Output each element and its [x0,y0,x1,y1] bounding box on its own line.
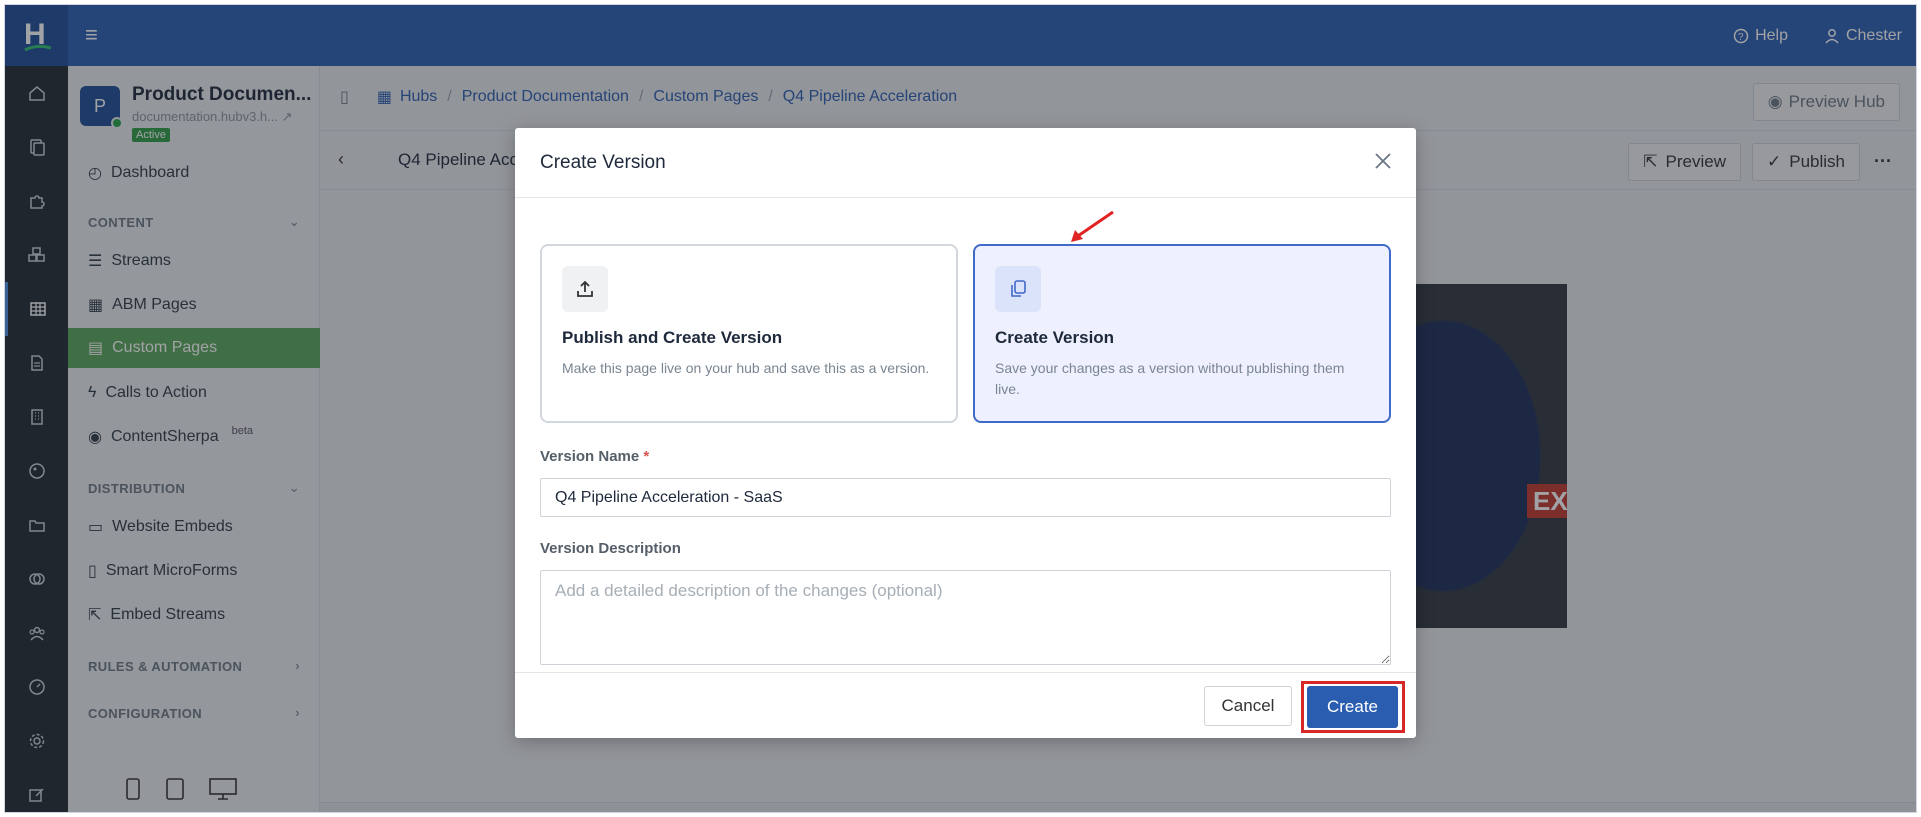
publish-and-create-option[interactable]: Publish and Create Version Make this pag… [540,244,958,423]
app-window: H ≡ ? Help Chester P Product Documen... … [4,4,1917,813]
version-name-input[interactable] [540,478,1391,517]
modal-title: Create Version [540,152,666,173]
version-description-label: Version Description [540,540,681,557]
close-icon[interactable] [1372,150,1394,172]
annotation-arrow-icon [1071,210,1114,242]
option-title: Publish and Create Version [562,328,783,347]
copy-icon [995,266,1041,312]
create-button[interactable]: Create [1307,686,1398,728]
modal-footer: Cancel Create [515,672,1416,738]
cancel-button[interactable]: Cancel [1204,686,1292,726]
option-description: Save your changes as a version without p… [995,360,1345,397]
create-version-option[interactable]: Create Version Save your changes as a ve… [973,244,1391,423]
option-description: Make this page live on your hub and save… [562,360,930,376]
upload-icon [562,266,608,312]
create-version-modal: Create Version Publish and Create Versio… [515,128,1416,738]
modal-header: Create Version [515,128,1416,198]
version-name-label: Version Name * [540,448,650,465]
version-description-textarea[interactable] [540,570,1391,665]
option-title: Create Version [995,328,1115,347]
